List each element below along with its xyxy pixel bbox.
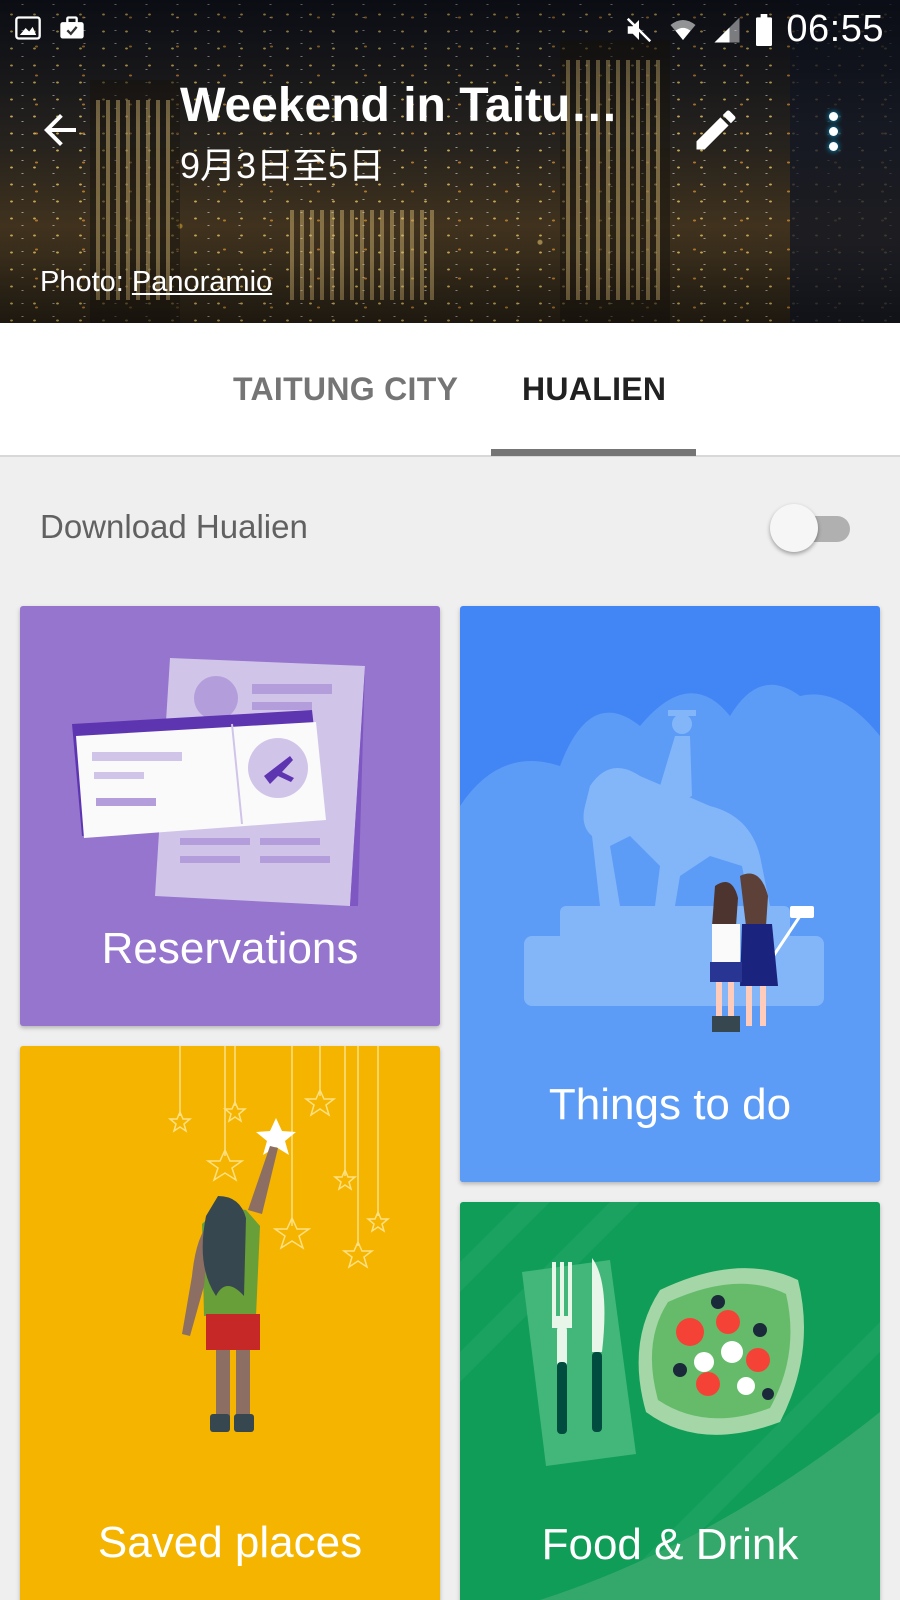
saved-places-label: Saved places xyxy=(97,1518,363,1567)
photo-credit-prefix: Photo: xyxy=(40,266,132,298)
back-arrow-icon[interactable] xyxy=(36,106,84,154)
things-to-do-label: Things to do xyxy=(548,1080,792,1129)
tab-taitung-city[interactable]: TAITUNG CITY xyxy=(233,371,458,408)
trip-title: Weekend in Taitun… xyxy=(180,79,630,132)
table-curve xyxy=(539,1412,880,1600)
battery-icon xyxy=(756,13,773,46)
salad-plate xyxy=(638,1268,804,1435)
trip-title-block: Weekend in Taitun… 9月3日至5日 xyxy=(180,78,630,189)
flight-ticket xyxy=(72,710,326,838)
image-icon xyxy=(15,16,41,40)
status-bar: 06:55 xyxy=(0,0,900,62)
mute-icon xyxy=(627,17,652,42)
dot xyxy=(828,111,838,121)
dot xyxy=(828,141,838,151)
reservations-card[interactable]: Reservations xyxy=(20,606,440,1026)
girl-figure xyxy=(182,1146,278,1432)
download-label: Download Hualien xyxy=(40,508,308,545)
signal-icon xyxy=(714,17,740,42)
more-options-icon[interactable] xyxy=(812,106,854,156)
food-drink-card[interactable]: Food & Drink xyxy=(460,1202,880,1600)
city-tabs: TAITUNG CITY HUALIEN xyxy=(0,323,900,457)
status-time: 06:55 xyxy=(786,8,884,50)
download-toggle[interactable] xyxy=(770,500,854,552)
saved-places-illustration xyxy=(167,1046,391,1432)
dot xyxy=(828,126,838,136)
reservations-label: Reservations xyxy=(101,924,359,973)
food-drink-label: Food & Drink xyxy=(541,1520,799,1569)
wifi-icon xyxy=(670,19,696,40)
download-row: Download Hualien xyxy=(0,460,900,590)
edit-pencil-icon[interactable] xyxy=(690,104,742,156)
trip-dates: 9月3日至5日 xyxy=(180,145,385,186)
photo-credit-link[interactable]: Panoramio xyxy=(132,266,272,298)
work-briefcase-icon xyxy=(60,16,84,39)
toggle-thumb xyxy=(770,504,818,552)
things-to-do-card[interactable]: Things to do xyxy=(460,606,880,1182)
tab-selected-indicator xyxy=(491,449,696,456)
napkin-cutlery xyxy=(522,1258,636,1466)
photo-credit: Photo: Panoramio xyxy=(40,266,272,299)
saved-places-card[interactable]: Saved places xyxy=(20,1046,440,1600)
tab-hualien[interactable]: HUALIEN xyxy=(522,371,666,408)
